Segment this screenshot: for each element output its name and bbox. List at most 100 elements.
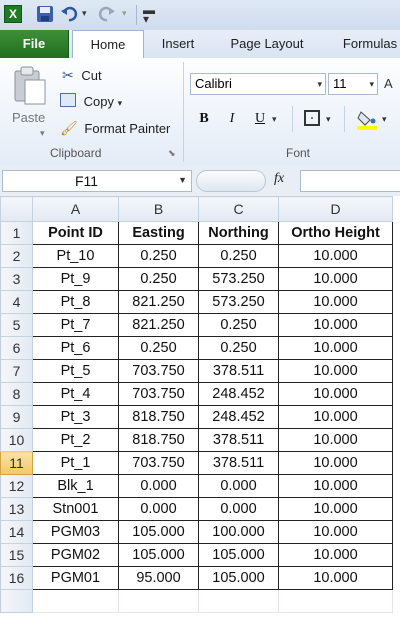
cell-d[interactable]: 10.000 (278, 290, 393, 314)
cell-d[interactable]: 10.000 (278, 359, 393, 383)
cell-b[interactable]: 0.250 (118, 244, 199, 268)
cell-c[interactable]: 248.452 (198, 405, 279, 429)
cell-c[interactable]: 378.511 (198, 451, 279, 475)
cell-d[interactable]: 10.000 (278, 336, 393, 360)
redo-dropdown-icon[interactable]: ▾ (122, 8, 127, 19)
bold-button[interactable]: B (193, 108, 215, 130)
cell-d[interactable]: 10.000 (278, 382, 393, 406)
font-name-combo[interactable]: Calibri ▾ (190, 73, 326, 95)
cell-d[interactable]: 10.000 (278, 520, 393, 544)
copy-dropdown-icon[interactable]: ▾ (118, 98, 123, 108)
cell-b[interactable]: 818.750 (118, 405, 199, 429)
cell-b[interactable]: 0.250 (118, 267, 199, 291)
cell-b[interactable]: 0.250 (118, 336, 199, 360)
worksheet-grid[interactable]: ABCD 1 Point ID Easting Northing Ortho Heigh… (0, 196, 400, 620)
tab-formulas[interactable]: Formulas (330, 30, 400, 58)
cell-b[interactable]: Easting (118, 221, 199, 245)
fill-color-icon[interactable] (356, 108, 378, 130)
clipboard-launcher-icon[interactable]: ⬊ (168, 148, 176, 159)
cell-a[interactable]: Pt_1 (32, 451, 119, 475)
row-header[interactable]: 16 (0, 566, 33, 590)
cell-a[interactable]: Pt_7 (32, 313, 119, 337)
cell-a[interactable]: Pt_9 (32, 267, 119, 291)
cell-b[interactable]: 105.000 (118, 543, 199, 567)
tab-file[interactable]: File (0, 30, 69, 58)
font-name-dropdown-icon[interactable]: ▾ (317, 74, 322, 94)
cell-c[interactable]: 378.511 (198, 359, 279, 383)
cell-c[interactable]: 0.000 (198, 474, 279, 498)
cell-b[interactable]: 818.750 (118, 428, 199, 452)
cell-c[interactable]: 0.250 (198, 313, 279, 337)
row-header[interactable]: 2 (0, 244, 33, 268)
tab-insert[interactable]: Insert (150, 30, 206, 58)
paste-dropdown-icon[interactable]: ▾ (40, 128, 45, 139)
cell-c[interactable]: 105.000 (198, 566, 279, 590)
cell-a[interactable]: Pt_4 (32, 382, 119, 406)
formula-input[interactable] (300, 170, 400, 192)
column-header-b[interactable]: B (118, 196, 199, 222)
cell-a[interactable]: Blk_1 (32, 474, 119, 498)
cell-a[interactable]: PGM02 (32, 543, 119, 567)
empty-cell[interactable] (32, 589, 119, 613)
cell-a[interactable]: Pt_10 (32, 244, 119, 268)
cell-d[interactable]: Ortho Height (278, 221, 393, 245)
cell-c[interactable]: Northing (198, 221, 279, 245)
cell-b[interactable]: 703.750 (118, 451, 199, 475)
cell-d[interactable]: 10.000 (278, 474, 393, 498)
cell-a[interactable]: Pt_5 (32, 359, 119, 383)
row-header[interactable]: 1 (0, 221, 33, 245)
border-dropdown-icon[interactable]: ▾ (326, 114, 331, 125)
row-header[interactable]: 4 (0, 290, 33, 314)
undo-dropdown-icon[interactable]: ▾ (82, 8, 87, 19)
cell-a[interactable]: Pt_3 (32, 405, 119, 429)
redo-icon[interactable] (98, 5, 116, 23)
cell-a[interactable]: PGM01 (32, 566, 119, 590)
cell-a[interactable]: Stn001 (32, 497, 119, 521)
paste-button[interactable]: Paste (12, 110, 45, 125)
name-box-dropdown-icon[interactable]: ▼ (178, 175, 187, 185)
cell-c[interactable]: 105.000 (198, 543, 279, 567)
insert-function-icon[interactable]: fx (274, 171, 284, 187)
cell-c[interactable]: 0.250 (198, 336, 279, 360)
cell-c[interactable]: 100.000 (198, 520, 279, 544)
underline-button[interactable]: U (249, 108, 271, 130)
cell-a[interactable]: Point ID (32, 221, 119, 245)
cell-b[interactable]: 703.750 (118, 359, 199, 383)
tab-home[interactable]: Home (72, 30, 144, 60)
cell-b[interactable]: 105.000 (118, 520, 199, 544)
formula-bar-handle[interactable] (196, 170, 266, 192)
cell-c[interactable]: 248.452 (198, 382, 279, 406)
row-header[interactable]: 14 (0, 520, 33, 544)
grow-font-icon[interactable]: A (384, 76, 393, 91)
customize-icon[interactable]: ▬ ▾ (143, 4, 155, 25)
cell-a[interactable]: Pt_2 (32, 428, 119, 452)
cell-b[interactable]: 821.250 (118, 313, 199, 337)
save-icon[interactable] (36, 5, 54, 23)
excel-icon[interactable]: X (4, 5, 22, 23)
cell-d[interactable]: 10.000 (278, 566, 393, 590)
select-all-corner[interactable] (0, 196, 33, 222)
row-header[interactable]: 7 (0, 359, 33, 383)
undo-icon[interactable] (60, 5, 78, 23)
cell-b[interactable]: 0.000 (118, 497, 199, 521)
row-header[interactable]: 12 (0, 474, 33, 498)
row-header[interactable]: 3 (0, 267, 33, 291)
cell-b[interactable]: 95.000 (118, 566, 199, 590)
empty-cell[interactable] (278, 589, 393, 613)
column-header-c[interactable]: C (198, 196, 279, 222)
cell-c[interactable]: 378.511 (198, 428, 279, 452)
cell-a[interactable]: PGM03 (32, 520, 119, 544)
paste-icon[interactable] (12, 66, 48, 106)
row-header[interactable]: 15 (0, 543, 33, 567)
copy-button[interactable]: Copy ▾ (60, 93, 122, 109)
cell-b[interactable]: 0.000 (118, 474, 199, 498)
row-header[interactable]: 5 (0, 313, 33, 337)
cell-d[interactable]: 10.000 (278, 451, 393, 475)
cell-d[interactable]: 10.000 (278, 428, 393, 452)
cell-c[interactable]: 0.000 (198, 497, 279, 521)
row-header[interactable] (0, 589, 33, 613)
cell-d[interactable]: 10.000 (278, 267, 393, 291)
cell-d[interactable]: 10.000 (278, 543, 393, 567)
cut-button[interactable]: ✂ Cut (62, 67, 102, 84)
underline-dropdown-icon[interactable]: ▾ (272, 114, 277, 125)
